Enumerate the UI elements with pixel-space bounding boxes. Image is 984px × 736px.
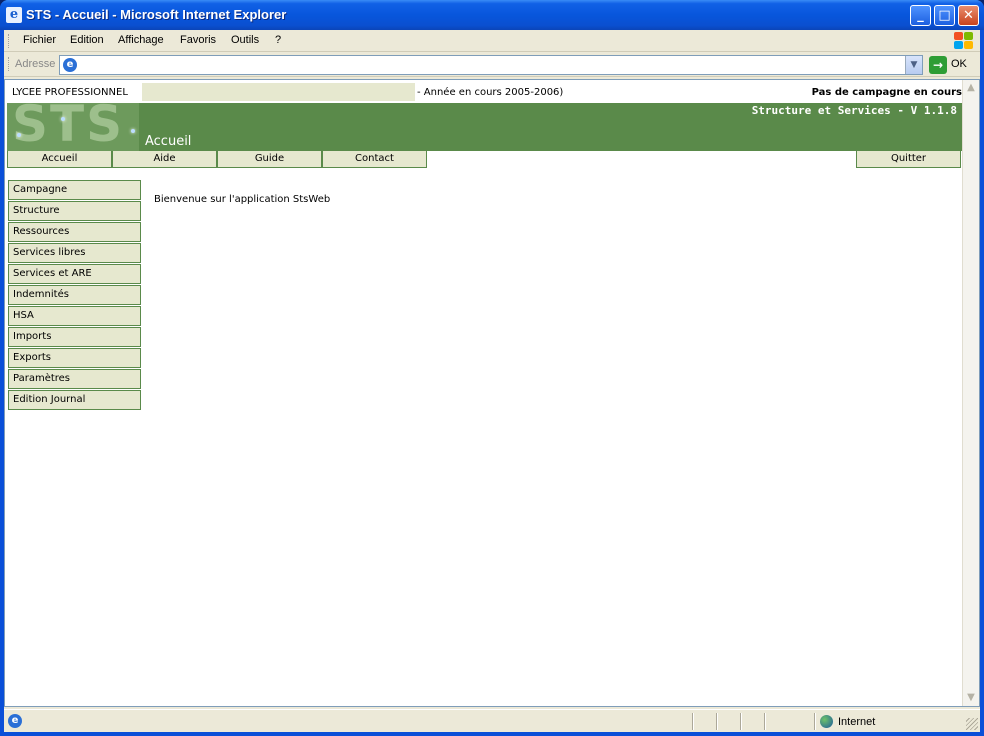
sidebar-item-edition-journal[interactable]: Edition Journal — [8, 390, 141, 410]
windows-logo-icon — [952, 31, 974, 51]
scroll-up-icon[interactable]: ▲ — [964, 80, 978, 96]
campaign-status: Pas de campagne en cours — [811, 87, 962, 98]
scroll-down-icon[interactable]: ▼ — [964, 690, 978, 706]
status-bar: e Internet — [4, 709, 980, 732]
nav-guide[interactable]: Guide — [217, 151, 322, 168]
vertical-scrollbar[interactable]: ▲ ▼ — [962, 80, 979, 706]
sidebar-item-parametres[interactable]: Paramètres — [8, 369, 141, 389]
address-dropdown-icon[interactable]: ▼ — [905, 56, 922, 74]
menu-affichage[interactable]: Affichage — [118, 34, 164, 46]
page-viewport: LYCEE PROFESSIONNEL - Année en cours 200… — [4, 79, 980, 707]
sts-logo: STS — [7, 103, 139, 151]
sidebar-item-structure[interactable]: Structure — [8, 201, 141, 221]
maximize-button[interactable]: □ — [934, 5, 955, 26]
internet-globe-icon — [820, 715, 833, 728]
menu-fichier[interactable]: Fichier — [23, 34, 56, 46]
menu-edition[interactable]: Edition — [70, 34, 104, 46]
nav-contact[interactable]: Contact — [322, 151, 427, 168]
ie-icon: e — [6, 7, 22, 23]
logo-sparkle-icon — [61, 117, 65, 121]
logo-sparkle-icon — [17, 133, 21, 137]
year-text: - Année en cours 2005-2006) — [417, 87, 564, 98]
sidebar-item-imports[interactable]: Imports — [8, 327, 141, 347]
menu-favoris[interactable]: Favoris — [180, 34, 216, 46]
logo-text: STS — [12, 103, 125, 151]
page-title: Accueil — [145, 134, 192, 149]
sidebar-item-ressources[interactable]: Ressources — [8, 222, 141, 242]
toolbar-grip[interactable] — [8, 34, 11, 48]
header-banner: STS Accueil Structure et Services - V 1.… — [7, 103, 962, 151]
minimize-button[interactable]: _ — [910, 5, 931, 26]
browser-frame: Fichier Edition Affichage Favoris Outils… — [4, 30, 980, 732]
status-page-icon: e — [8, 714, 22, 728]
status-separator — [692, 713, 694, 730]
nav-quitter[interactable]: Quitter — [856, 151, 961, 168]
sidebar-item-indemnites[interactable]: Indemnités — [8, 285, 141, 305]
browser-window: e STS - Accueil - Microsoft Internet Exp… — [0, 0, 984, 736]
page-icon: e — [63, 58, 77, 72]
menu-help[interactable]: ? — [275, 34, 281, 46]
nav-accueil[interactable]: Accueil — [7, 151, 112, 168]
toolbar-grip[interactable] — [8, 57, 11, 71]
go-arrow-icon[interactable]: → — [929, 56, 947, 74]
logo-sparkle-icon — [131, 129, 135, 133]
close-button[interactable]: ✕ — [958, 5, 979, 26]
address-label: Adresse — [15, 58, 56, 70]
address-input[interactable]: e ▼ — [59, 55, 923, 75]
go-button[interactable]: OK — [951, 58, 967, 70]
menu-outils[interactable]: Outils — [231, 34, 259, 46]
title-bar[interactable]: e STS - Accueil - Microsoft Internet Exp… — [0, 0, 984, 30]
sidebar-item-hsa[interactable]: HSA — [8, 306, 141, 326]
security-zone: Internet — [838, 716, 876, 728]
address-bar: Adresse e ▼ → OK — [4, 53, 980, 77]
school-name-field — [142, 83, 415, 101]
school-label: LYCEE PROFESSIONNEL — [12, 87, 128, 98]
status-separator — [764, 713, 766, 730]
welcome-message: Bienvenue sur l'application StsWeb — [154, 194, 331, 205]
resize-grip-icon[interactable] — [966, 718, 978, 730]
info-line: LYCEE PROFESSIONNEL - Année en cours 200… — [7, 82, 962, 102]
app-name: Structure et Services - V 1.1.8 — [751, 104, 957, 117]
web-page: LYCEE PROFESSIONNEL - Année en cours 200… — [7, 82, 962, 702]
top-navigation: Accueil Aide Guide Contact Quitter — [7, 151, 962, 168]
status-separator — [740, 713, 742, 730]
menu-bar: Fichier Edition Affichage Favoris Outils… — [4, 30, 980, 52]
status-separator — [716, 713, 718, 730]
sidebar-item-exports[interactable]: Exports — [8, 348, 141, 368]
window-title: STS - Accueil - Microsoft Internet Explo… — [26, 7, 287, 22]
nav-aide[interactable]: Aide — [112, 151, 217, 168]
sidebar-item-services-libres[interactable]: Services libres — [8, 243, 141, 263]
sidebar-item-services-are[interactable]: Services et ARE — [8, 264, 141, 284]
status-separator — [814, 713, 816, 730]
sidebar-item-campagne[interactable]: Campagne — [8, 180, 141, 200]
